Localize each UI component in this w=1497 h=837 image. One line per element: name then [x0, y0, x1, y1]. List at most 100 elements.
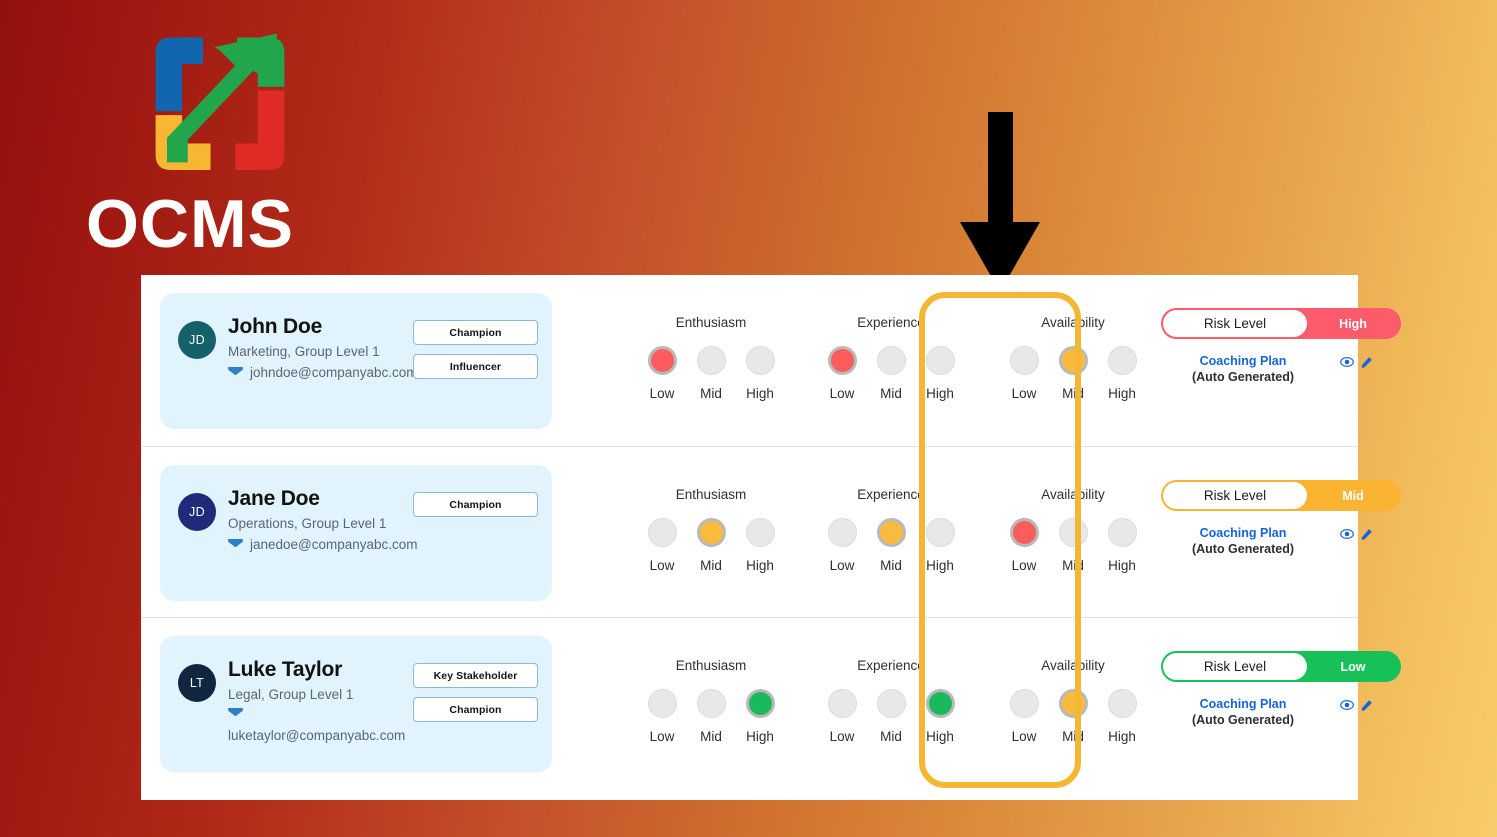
table-row: JD Jane Doe Operations, Group Level 1 ja…	[141, 446, 1401, 617]
rating-option-low[interactable]: Low	[645, 689, 680, 744]
rating-option-low[interactable]: Low	[825, 346, 860, 401]
rating-option-low[interactable]: Low	[1007, 689, 1042, 744]
rating-label: Mid	[880, 558, 902, 573]
person-card[interactable]: JD John Doe Marketing, Group Level 1 joh…	[160, 293, 552, 429]
rating-option-low[interactable]: Low	[825, 689, 860, 744]
rating-option-low[interactable]: Low	[645, 346, 680, 401]
rating-option-high[interactable]: High	[743, 518, 778, 573]
rating-dot[interactable]	[745, 518, 775, 547]
coaching-plan: Coaching Plan (Auto Generated)	[1161, 526, 1401, 556]
rating-dot[interactable]	[876, 689, 906, 718]
tag-champion[interactable]: Champion	[413, 492, 538, 517]
rating-option-mid[interactable]: Mid	[874, 518, 909, 573]
rating-label: Mid	[700, 729, 722, 744]
risk-level-pill[interactable]: Risk Level Low	[1161, 651, 1401, 682]
rating-option-mid[interactable]: Mid	[1056, 346, 1091, 401]
rating-option-high[interactable]: High	[923, 689, 958, 744]
eye-icon[interactable]	[1340, 698, 1354, 712]
tag-influencer[interactable]: Influencer	[413, 354, 538, 379]
rating-dot[interactable]	[827, 346, 857, 375]
rating-option-high[interactable]: High	[1105, 689, 1140, 744]
person-email[interactable]: janedoe@companyabc.com	[250, 537, 418, 552]
rating-option-mid[interactable]: Mid	[874, 346, 909, 401]
coaching-plan-link[interactable]: Coaching Plan	[1161, 354, 1325, 368]
rating-dot[interactable]	[1107, 689, 1137, 718]
coaching-plan: Coaching Plan (Auto Generated)	[1161, 697, 1401, 727]
risk-level-pill[interactable]: Risk Level Mid	[1161, 480, 1401, 511]
rating-dots: Low Mid High	[1003, 518, 1143, 573]
person-card[interactable]: LT Luke Taylor Legal, Group Level 1 luke…	[160, 636, 552, 772]
eye-icon[interactable]	[1340, 527, 1354, 541]
rating-option-mid[interactable]: Mid	[694, 689, 729, 744]
coaching-plan: Coaching Plan (Auto Generated)	[1161, 354, 1401, 384]
rating-dot[interactable]	[696, 689, 726, 718]
rating-dot[interactable]	[1009, 518, 1039, 547]
rating-dot[interactable]	[925, 518, 955, 547]
risk-level-pill[interactable]: Risk Level High	[1161, 308, 1401, 339]
rating-option-low[interactable]: Low	[645, 518, 680, 573]
coaching-plan-actions	[1340, 698, 1373, 712]
rating-option-mid[interactable]: Mid	[694, 346, 729, 401]
rating-option-low[interactable]: Low	[1007, 346, 1042, 401]
person-card[interactable]: JD Jane Doe Operations, Group Level 1 ja…	[160, 465, 552, 601]
metric-experience: Experience Low Mid High	[821, 315, 961, 401]
pencil-icon[interactable]	[1360, 528, 1373, 541]
rating-dot[interactable]	[1058, 518, 1088, 547]
coaching-plan-link[interactable]: Coaching Plan	[1161, 697, 1325, 711]
rating-dot[interactable]	[1058, 689, 1088, 718]
rating-dot[interactable]	[745, 689, 775, 718]
rating-option-high[interactable]: High	[743, 689, 778, 744]
rating-dot[interactable]	[925, 689, 955, 718]
pencil-icon[interactable]	[1360, 356, 1373, 369]
rating-dot[interactable]	[647, 689, 677, 718]
metric-title: Experience	[857, 315, 925, 330]
rating-option-high[interactable]: High	[1105, 518, 1140, 573]
rating-option-high[interactable]: High	[743, 346, 778, 401]
risk-level-label: Risk Level	[1163, 482, 1307, 509]
table-row: LT Luke Taylor Legal, Group Level 1 luke…	[141, 617, 1401, 788]
rating-dot[interactable]	[827, 689, 857, 718]
rating-dot[interactable]	[647, 518, 677, 547]
rating-option-mid[interactable]: Mid	[1056, 518, 1091, 573]
rating-option-mid[interactable]: Mid	[874, 689, 909, 744]
rating-option-high[interactable]: High	[923, 346, 958, 401]
person-email[interactable]: luketaylor@companyabc.com	[228, 728, 405, 743]
rating-dots: Low Mid High	[1003, 346, 1143, 401]
rating-dots: Low Mid High	[641, 689, 781, 744]
rating-option-high[interactable]: High	[923, 518, 958, 573]
person-email-line: johndoe@companyabc.com	[228, 365, 418, 380]
coaching-plan-actions	[1340, 527, 1373, 541]
rating-label: High	[1108, 729, 1136, 744]
rating-label: High	[1108, 558, 1136, 573]
tag-key-stakeholder[interactable]: Key Stakeholder	[413, 663, 538, 688]
rating-option-mid[interactable]: Mid	[1056, 689, 1091, 744]
person-email[interactable]: johndoe@companyabc.com	[250, 365, 418, 380]
rating-dots: Low Mid High	[821, 518, 961, 573]
rating-dot[interactable]	[1009, 346, 1039, 375]
rating-dot[interactable]	[1009, 689, 1039, 718]
tag-champion[interactable]: Champion	[413, 320, 538, 345]
eye-icon[interactable]	[1340, 355, 1354, 369]
metric-title: Enthusiasm	[675, 315, 747, 330]
coaching-plan-link[interactable]: Coaching Plan	[1161, 526, 1325, 540]
rating-dot[interactable]	[876, 346, 906, 375]
rating-option-low[interactable]: Low	[825, 518, 860, 573]
rating-dot[interactable]	[1058, 346, 1088, 375]
pencil-icon[interactable]	[1360, 699, 1373, 712]
rating-dot[interactable]	[647, 346, 677, 375]
rating-dot[interactable]	[1107, 518, 1137, 547]
rating-dot[interactable]	[876, 518, 906, 547]
rating-option-mid[interactable]: Mid	[694, 518, 729, 573]
coaching-plan-text: Coaching Plan (Auto Generated)	[1161, 697, 1325, 727]
rating-option-low[interactable]: Low	[1007, 518, 1042, 573]
rating-dot[interactable]	[696, 346, 726, 375]
tag-champion[interactable]: Champion	[413, 697, 538, 722]
rating-dot[interactable]	[1107, 346, 1137, 375]
rating-dot[interactable]	[827, 518, 857, 547]
coaching-plan-text: Coaching Plan (Auto Generated)	[1161, 526, 1325, 556]
rating-dot[interactable]	[925, 346, 955, 375]
rating-option-high[interactable]: High	[1105, 346, 1140, 401]
rating-dot[interactable]	[696, 518, 726, 547]
avatar: LT	[178, 664, 216, 702]
rating-dot[interactable]	[745, 346, 775, 375]
